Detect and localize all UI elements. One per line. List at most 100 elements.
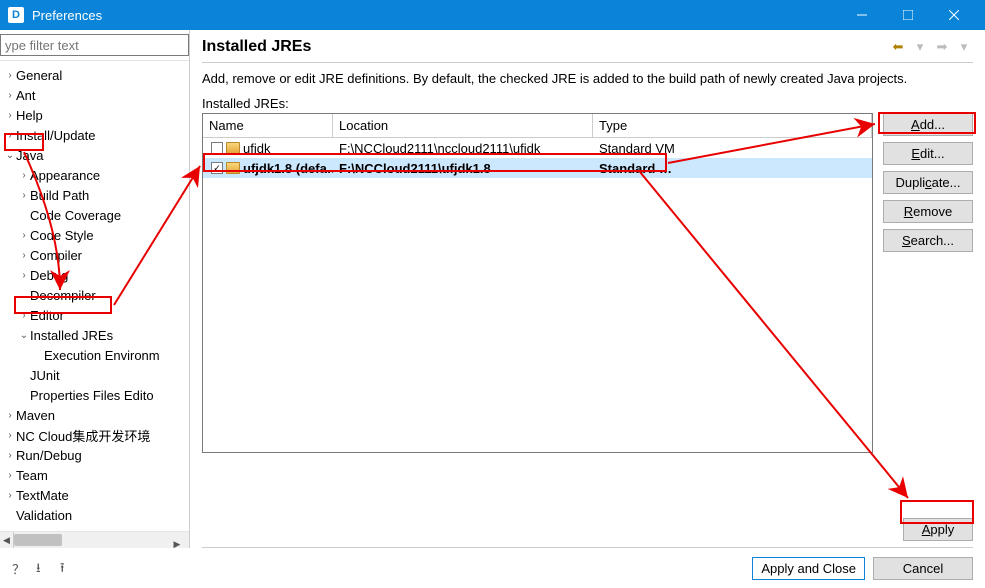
tree-label: Properties Files Edito	[30, 388, 154, 403]
tree-item-run-debug[interactable]: ›Run/Debug	[0, 445, 189, 465]
tree-label: Team	[16, 468, 48, 483]
export-icon[interactable]: ⭱	[60, 559, 78, 577]
tree-label: General	[16, 68, 62, 83]
tree-item-team[interactable]: ›Team	[0, 465, 189, 485]
row-checkbox[interactable]: ✓	[211, 162, 223, 174]
sidebar: ›General ›Ant ›Help ›Install/Update ⌄Jav…	[0, 30, 190, 548]
tree-item-properties-editor[interactable]: Properties Files Edito	[0, 385, 189, 405]
search-button[interactable]: Search...	[883, 229, 973, 252]
table-row[interactable]: ✓ ufjdk1.8 (defa… F:\NCCloud2111\ufjdk1.…	[203, 158, 872, 178]
jre-icon	[226, 142, 240, 154]
jre-icon	[226, 162, 240, 174]
app-icon: D	[8, 7, 24, 23]
tree-item-validation[interactable]: Validation	[0, 505, 189, 525]
cancel-button[interactable]: Cancel	[873, 557, 973, 580]
tree-item-ant[interactable]: ›Ant	[0, 85, 189, 105]
help-icon[interactable]: ？	[12, 559, 30, 577]
tree-item-install-update[interactable]: ›Install/Update	[0, 125, 189, 145]
tree-item-code-coverage[interactable]: Code Coverage	[0, 205, 189, 225]
preference-tree[interactable]: ›General ›Ant ›Help ›Install/Update ⌄Jav…	[0, 60, 189, 532]
dialog-button-bar: ？ ⭳ ⭱ Apply and Close Cancel	[0, 548, 985, 588]
title-bar: D Preferences	[0, 0, 985, 30]
scroll-right-icon[interactable]: ▶	[165, 532, 189, 548]
minimize-button[interactable]	[839, 0, 885, 30]
page-description: Add, remove or edit JRE definitions. By …	[202, 71, 973, 86]
page-content: Installed JREs ⬅ ▾ ➡ ▾ Add, remove or ed…	[190, 30, 985, 548]
tree-label: TextMate	[16, 488, 69, 503]
back-icon[interactable]: ⬅	[889, 38, 907, 56]
tree-label: Help	[16, 108, 43, 123]
tree-label: Code Coverage	[30, 208, 121, 223]
tree-item-compiler[interactable]: ›Compiler	[0, 245, 189, 265]
forward-menu-icon[interactable]: ▾	[955, 38, 973, 56]
tree-item-execution-environments[interactable]: Execution Environm	[0, 345, 189, 365]
table-label: Installed JREs:	[202, 96, 973, 111]
page-title: Installed JREs	[202, 38, 889, 56]
tree-label: Code Style	[30, 228, 94, 243]
tree-item-installed-jres[interactable]: ⌄Installed JREs	[0, 325, 189, 345]
tree-label: Installed JREs	[30, 328, 113, 343]
row-type: Standard …	[593, 161, 872, 176]
column-location[interactable]: Location	[333, 114, 593, 137]
tree-label: JUnit	[30, 368, 60, 383]
table-row[interactable]: ufidk F:\NCCloud2111\nccloud2111\ufidk S…	[203, 138, 872, 158]
tree-label: Build Path	[30, 188, 89, 203]
tree-label: NC Cloud集成开发环境	[16, 426, 150, 445]
table-header: Name Location Type	[203, 114, 872, 138]
row-location: F:\NCCloud2111\nccloud2111\ufidk	[333, 141, 593, 156]
tree-label: Maven	[16, 408, 55, 423]
add-button[interactable]: Add...	[883, 113, 973, 136]
apply-and-close-button[interactable]: Apply and Close	[752, 557, 865, 580]
page-nav-icons: ⬅ ▾ ➡ ▾	[889, 38, 973, 56]
row-name: ufjdk1.8 (defa…	[243, 161, 333, 176]
tree-label: Appearance	[30, 168, 100, 183]
close-button[interactable]	[931, 0, 977, 30]
remove-button[interactable]: Remove	[883, 200, 973, 223]
row-location: F:\NCCloud2111\ufjdk1.8	[333, 161, 593, 176]
tree-item-general[interactable]: ›General	[0, 65, 189, 85]
tree-horizontal-scrollbar[interactable]: ◀ ▶	[0, 532, 189, 548]
tree-item-nc-cloud[interactable]: ›NC Cloud集成开发环境	[0, 425, 189, 445]
column-type[interactable]: Type	[593, 114, 872, 137]
tree-label: Editor	[30, 308, 64, 323]
scroll-left-icon[interactable]: ◀	[0, 532, 14, 548]
jre-table[interactable]: Name Location Type ufidk F:\NCCloud2111\…	[202, 113, 873, 453]
back-menu-icon[interactable]: ▾	[911, 38, 929, 56]
tree-item-decompiler[interactable]: Decompiler	[0, 285, 189, 305]
tree-item-appearance[interactable]: ›Appearance	[0, 165, 189, 185]
row-type: Standard VM	[593, 141, 872, 156]
column-name[interactable]: Name	[203, 114, 333, 137]
tree-item-editor[interactable]: ›Editor	[0, 305, 189, 325]
tree-label: Run/Debug	[16, 448, 82, 463]
import-icon[interactable]: ⭳	[36, 559, 54, 577]
duplicate-button[interactable]: Duplicate...	[883, 171, 973, 194]
tree-item-code-style[interactable]: ›Code Style	[0, 225, 189, 245]
tree-item-build-path[interactable]: ›Build Path	[0, 185, 189, 205]
edit-button[interactable]: Edit...	[883, 142, 973, 165]
tree-item-help[interactable]: ›Help	[0, 105, 189, 125]
tree-item-textmate[interactable]: ›TextMate	[0, 485, 189, 505]
forward-icon[interactable]: ➡	[933, 38, 951, 56]
tree-item-junit[interactable]: JUnit	[0, 365, 189, 385]
tree-item-java[interactable]: ⌄Java	[0, 145, 189, 165]
tree-label: Execution Environm	[44, 348, 160, 363]
window-title: Preferences	[32, 8, 839, 23]
apply-button[interactable]: Apply	[903, 518, 973, 541]
tree-item-xml[interactable]: ›XML	[0, 525, 189, 532]
button-column: Add... Edit... Duplicate... Remove Searc…	[883, 113, 973, 453]
tree-label: Validation	[16, 508, 72, 523]
tree-label: Install/Update	[16, 128, 96, 143]
tree-item-maven[interactable]: ›Maven	[0, 405, 189, 425]
tree-item-debug[interactable]: ›Debug	[0, 265, 189, 285]
tree-label: Ant	[16, 88, 36, 103]
maximize-button[interactable]	[885, 0, 931, 30]
tree-label: Compiler	[30, 248, 82, 263]
tree-label: Java	[16, 148, 43, 163]
row-name: ufidk	[243, 141, 270, 156]
tree-label: Decompiler	[30, 288, 96, 303]
tree-label: Debug	[30, 268, 68, 283]
filter-input[interactable]	[0, 34, 189, 56]
row-checkbox[interactable]	[211, 142, 223, 154]
table-body: ufidk F:\NCCloud2111\nccloud2111\ufidk S…	[203, 138, 872, 178]
scroll-thumb[interactable]	[14, 534, 62, 546]
